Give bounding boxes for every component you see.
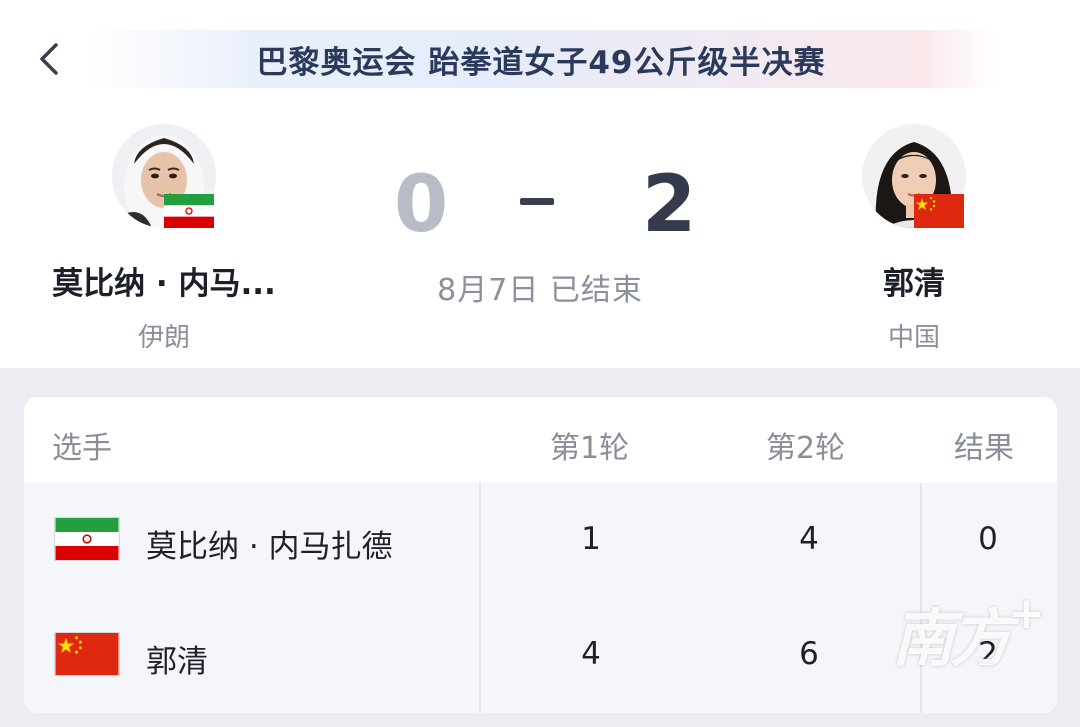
title-banner: 巴黎奥运会 跆拳道女子49公斤级半决赛 [86, 30, 996, 88]
table-header: 选手 第1轮 第2轮 结果 [24, 397, 1057, 483]
row-round1: 1 [581, 521, 601, 557]
left-player[interactable]: 莫比纳 · 内马... 伊朗 [34, 124, 294, 354]
row-result: 2 [978, 636, 998, 672]
score-board: 0 2 [380, 160, 700, 260]
right-score: 2 [642, 160, 697, 250]
back-button[interactable] [28, 38, 70, 80]
header-round2: 第2轮 [766, 431, 846, 466]
right-player-avatar [862, 124, 966, 228]
left-player-name: 莫比纳 · 内马... [52, 266, 276, 302]
china-flag-icon [914, 194, 964, 228]
match-header: 巴黎奥运会 跆拳道女子49公斤级半决赛 莫比纳 · 内马... 伊朗 0 2 8… [0, 0, 1080, 368]
page-title: 巴黎奥运会 跆拳道女子49公斤级半决赛 [256, 44, 826, 81]
table-row[interactable]: 郭清 4 6 2 [24, 598, 1057, 713]
header-result: 结果 [954, 431, 1014, 466]
score-separator [520, 198, 554, 205]
chevron-left-icon [40, 43, 58, 75]
left-player-country: 伊朗 [137, 323, 190, 353]
china-flag-icon [54, 632, 120, 676]
row-round1: 4 [581, 636, 601, 672]
row-player-name: 郭清 [146, 644, 208, 680]
header-player: 选手 [52, 431, 112, 466]
header-round1: 第1轮 [550, 431, 630, 466]
row-round2: 6 [799, 636, 819, 672]
right-player[interactable]: 郭清 中国 [784, 124, 1044, 354]
table-row[interactable]: 莫比纳 · 内马扎德 1 4 0 [24, 483, 1057, 598]
row-result: 0 [978, 521, 998, 557]
left-player-avatar [112, 124, 216, 228]
iran-flag-icon [164, 194, 214, 228]
row-round2: 4 [799, 521, 819, 557]
left-score: 0 [394, 160, 449, 250]
results-table: 选手 第1轮 第2轮 结果 莫比纳 · 内马扎德 1 4 0 郭清 4 6 2 [24, 397, 1057, 713]
row-player-name: 莫比纳 · 内马扎德 [146, 529, 393, 565]
right-player-country: 中国 [887, 323, 940, 353]
match-status: 8月7日 已结束 [437, 273, 643, 308]
iran-flag-icon [54, 517, 120, 561]
right-player-name: 郭清 [883, 266, 945, 302]
